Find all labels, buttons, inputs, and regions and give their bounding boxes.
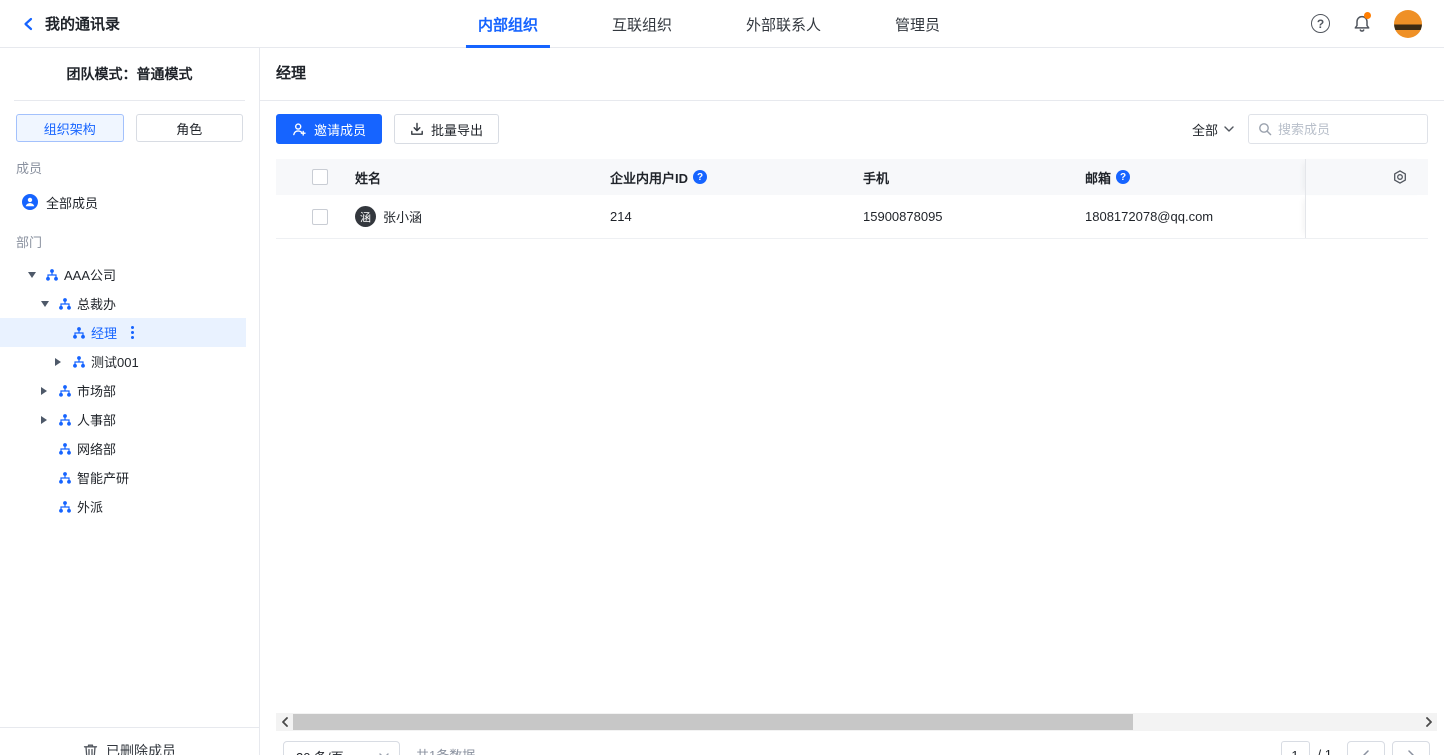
table-row[interactable]: 涵 张小涵 214 15900878095 1808172078@qq.com xyxy=(276,195,1428,239)
person-add-icon xyxy=(292,122,307,137)
batch-export-button[interactable]: 批量导出 xyxy=(394,114,499,144)
sidebar-item-all-members[interactable]: 全部成员 xyxy=(0,188,259,216)
member-avatar: 涵 xyxy=(355,206,376,227)
search-input[interactable] xyxy=(1278,122,1418,137)
deleted-members-item[interactable]: 已删除成员 xyxy=(0,741,259,755)
tree-item-aaa-company[interactable]: AAA公司 xyxy=(0,260,246,289)
toolbar: 邀请成员 批量导出 全部 xyxy=(276,114,1428,144)
divider xyxy=(260,100,1444,101)
tab-internal-org[interactable]: 内部组织 xyxy=(466,0,550,48)
search-icon xyxy=(1258,122,1272,136)
department-icon xyxy=(58,384,72,398)
total-pages-label: / 1 xyxy=(1318,741,1332,755)
caret-right-icon[interactable] xyxy=(41,416,47,424)
topbar: 我的通讯录 内部组织 互联组织 外部联系人 管理员 xyxy=(0,0,1444,48)
caret-right-icon[interactable] xyxy=(41,387,47,395)
divider xyxy=(14,100,245,101)
download-icon xyxy=(410,122,424,136)
help-icon[interactable] xyxy=(693,170,707,184)
chevron-down-icon xyxy=(1224,126,1234,132)
help-icon[interactable] xyxy=(1116,170,1130,184)
sidebar: 团队模式：普通模式 组织架构 角色 成员 全部成员 部门 xyxy=(0,48,260,755)
department-icon xyxy=(72,355,86,369)
back-button[interactable]: 我的通讯录 xyxy=(22,13,120,34)
column-phone: 手机 xyxy=(863,171,889,186)
table-header: 姓名 企业内用户ID 手机 邮箱 xyxy=(276,159,1428,195)
tree-item-ai-rnd[interactable]: 智能产研 xyxy=(0,463,246,492)
tree-item-manager[interactable]: 经理 xyxy=(0,318,246,347)
tab-external-contacts[interactable]: 外部联系人 xyxy=(734,0,833,48)
tree-item-hr-dept[interactable]: 人事部 xyxy=(0,405,246,434)
department-title: 经理 xyxy=(260,48,1444,100)
scrollbar-thumb[interactable] xyxy=(293,714,1133,730)
notifications-button[interactable] xyxy=(1352,14,1372,34)
more-actions-icon[interactable] xyxy=(131,326,134,339)
sidebar-footer: 已删除成员 xyxy=(0,727,259,755)
member-phone: 15900878095 xyxy=(863,209,943,224)
tree-item-outsourced[interactable]: 外派 xyxy=(0,492,246,521)
caret-down-icon[interactable] xyxy=(41,301,49,307)
scroll-right-button[interactable] xyxy=(1420,713,1437,731)
department-icon xyxy=(58,442,72,456)
department-icon xyxy=(58,500,72,514)
top-tabs: 内部组织 互联组织 外部联系人 管理员 xyxy=(466,0,952,48)
avatar[interactable] xyxy=(1394,10,1422,38)
department-section-label: 部门 xyxy=(16,232,243,251)
members-table: 姓名 企业内用户ID 手机 邮箱 涵 张小涵 xyxy=(276,159,1428,239)
select-row-checkbox[interactable] xyxy=(312,209,328,225)
help-icon[interactable] xyxy=(1311,14,1330,33)
chevron-left-icon xyxy=(1362,750,1370,755)
page-title: 我的通讯录 xyxy=(45,13,120,34)
department-icon xyxy=(58,471,72,485)
horizontal-scrollbar[interactable] xyxy=(276,713,1437,731)
total-count-label: 共1条数据 xyxy=(416,741,475,755)
column-name: 姓名 xyxy=(355,168,381,187)
chevron-left-icon xyxy=(22,17,34,31)
select-all-checkbox[interactable] xyxy=(312,169,328,185)
tree-item-network-dept[interactable]: 网络部 xyxy=(0,434,246,463)
tree-item-marketing-dept[interactable]: 市场部 xyxy=(0,376,246,405)
contacts-app: 我的通讯录 内部组织 互联组织 外部联系人 管理员 团队模式：普通模式 xyxy=(0,0,1444,755)
member-name: 张小涵 xyxy=(383,207,422,226)
tree-item-president-office[interactable]: 总裁办 xyxy=(0,289,246,318)
filter-dropdown[interactable]: 全部 xyxy=(1192,120,1234,139)
member-section-label: 成员 xyxy=(16,158,243,177)
topbar-actions xyxy=(1311,10,1422,38)
department-icon xyxy=(58,413,72,427)
chevron-left-icon xyxy=(281,717,289,727)
column-user-id: 企业内用户ID xyxy=(610,168,688,187)
tab-admins[interactable]: 管理员 xyxy=(883,0,952,48)
next-page-button[interactable] xyxy=(1392,741,1430,755)
main-panel: 经理 邀请成员 批量导出 xyxy=(260,48,1444,755)
trash-icon xyxy=(83,743,98,755)
team-mode-title: 团队模式：普通模式 xyxy=(0,48,259,100)
caret-down-icon[interactable] xyxy=(28,272,36,278)
pagination: 20 条/页 共1条数据 1 / 1 xyxy=(283,741,1430,755)
member-user-id: 214 xyxy=(610,209,632,224)
column-email: 邮箱 xyxy=(1085,168,1111,187)
chevron-right-icon xyxy=(1425,717,1433,727)
column-settings-icon[interactable] xyxy=(1392,169,1408,185)
search-box xyxy=(1248,114,1428,144)
tree-item-test001[interactable]: 测试001 xyxy=(0,347,246,376)
department-icon xyxy=(45,268,59,282)
prev-page-button[interactable] xyxy=(1347,741,1385,755)
chevron-right-icon xyxy=(1407,750,1415,755)
department-tree: AAA公司 总裁办 经理 测试001 xyxy=(0,260,259,521)
notification-badge xyxy=(1364,12,1371,19)
department-icon xyxy=(58,297,72,311)
page-size-select[interactable]: 20 条/页 xyxy=(283,741,400,755)
caret-right-icon[interactable] xyxy=(55,358,61,366)
org-structure-toggle[interactable]: 组织架构 xyxy=(16,114,124,142)
role-toggle[interactable]: 角色 xyxy=(136,114,244,142)
member-email: 1808172078@qq.com xyxy=(1085,209,1213,224)
scroll-left-button[interactable] xyxy=(276,713,293,731)
members-icon xyxy=(22,194,38,210)
invite-member-button[interactable]: 邀请成员 xyxy=(276,114,382,144)
department-icon xyxy=(72,326,86,340)
tab-connected-org[interactable]: 互联组织 xyxy=(600,0,684,48)
page-input[interactable]: 1 xyxy=(1281,741,1310,755)
